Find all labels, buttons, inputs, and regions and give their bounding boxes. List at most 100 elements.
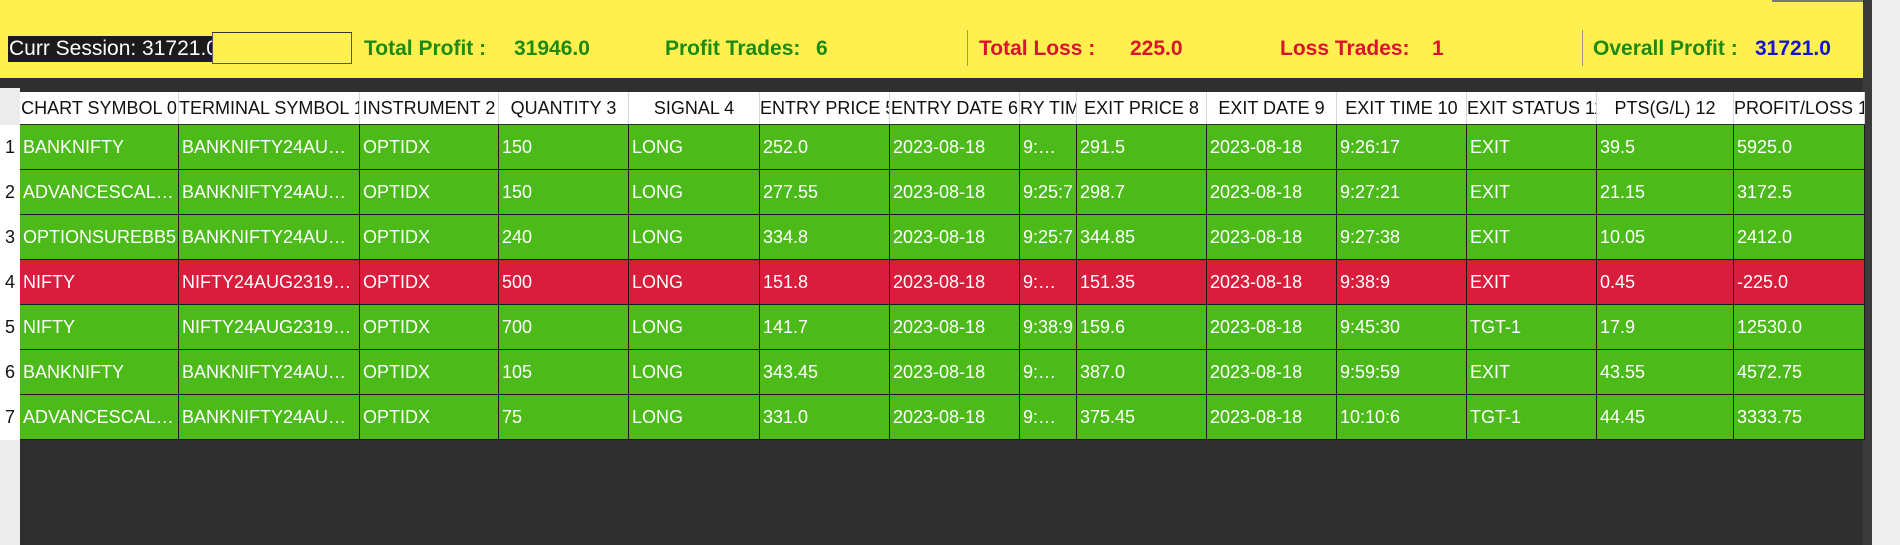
table-cell[interactable]: 500	[499, 260, 629, 304]
table-cell[interactable]: 75	[499, 395, 629, 439]
table-cell[interactable]: ADVANCESCALPI…	[20, 170, 179, 214]
table-cell[interactable]: 9:…	[1020, 350, 1077, 394]
table-cell[interactable]: 2023-08-18	[1207, 350, 1337, 394]
table-cell[interactable]: 2023-08-18	[890, 170, 1020, 214]
table-cell[interactable]: LONG	[629, 215, 760, 259]
table-cell[interactable]: NIFTY	[20, 305, 179, 349]
column-header[interactable]: CHART SYMBOL 0	[20, 92, 179, 124]
table-cell[interactable]: 9:59:59	[1337, 350, 1467, 394]
table-cell[interactable]: 2023-08-18	[1207, 395, 1337, 439]
column-header[interactable]: PROFIT/LOSS 13	[1734, 92, 1865, 124]
table-cell[interactable]: 17.9	[1597, 305, 1734, 349]
table-cell[interactable]: BANKNIFTY24AUG2…	[179, 125, 360, 169]
table-cell[interactable]: 291.5	[1077, 125, 1207, 169]
table-cell[interactable]: 151.8	[760, 260, 890, 304]
table-cell[interactable]: 2023-08-18	[1207, 305, 1337, 349]
table-cell[interactable]: 151.35	[1077, 260, 1207, 304]
table-row[interactable]: 2 ADVANCESCALPI… BANKNIFTY24AUG2… OPTIDX 150…	[0, 170, 1865, 215]
table-cell[interactable]: 9:27:21	[1337, 170, 1467, 214]
table-cell[interactable]: 12530.0	[1734, 305, 1865, 349]
table-cell[interactable]: 2023-08-18	[890, 215, 1020, 259]
column-header[interactable]: ENTRY PRICE 5	[760, 92, 890, 124]
table-cell[interactable]: BANKNIFTY24AUG2…	[179, 350, 360, 394]
table-cell[interactable]: 331.0	[760, 395, 890, 439]
table-cell[interactable]: 141.7	[760, 305, 890, 349]
table-cell[interactable]: 9:38:9	[1337, 260, 1467, 304]
table-cell[interactable]: 159.6	[1077, 305, 1207, 349]
table-cell[interactable]: 9:25:7	[1020, 215, 1077, 259]
column-header[interactable]: INSTRUMENT 2	[360, 92, 499, 124]
table-cell[interactable]: 105	[499, 350, 629, 394]
table-cell[interactable]: 9:26:17	[1337, 125, 1467, 169]
table-cell[interactable]: OPTIONSUREBB5	[20, 215, 179, 259]
table-cell[interactable]: 9:38:9	[1020, 305, 1077, 349]
table-cell[interactable]: 2023-08-18	[1207, 260, 1337, 304]
table-cell[interactable]: 375.45	[1077, 395, 1207, 439]
table-cell[interactable]: TGT-1	[1467, 395, 1597, 439]
table-cell[interactable]: -225.0	[1734, 260, 1865, 304]
table-cell[interactable]: EXIT	[1467, 170, 1597, 214]
table-cell[interactable]: NIFTY	[20, 260, 179, 304]
table-cell[interactable]: BANKNIFTY	[20, 350, 179, 394]
table-cell[interactable]: 343.45	[760, 350, 890, 394]
table-cell[interactable]: 0.45	[1597, 260, 1734, 304]
table-cell[interactable]: 9:25:7	[1020, 170, 1077, 214]
table-cell[interactable]: 2023-08-18	[890, 260, 1020, 304]
table-cell[interactable]: NIFTY24AUG23194…	[179, 305, 360, 349]
table-cell[interactable]: LONG	[629, 305, 760, 349]
column-header[interactable]: SIGNAL 4	[629, 92, 760, 124]
table-cell[interactable]: BANKNIFTY	[20, 125, 179, 169]
table-cell[interactable]: 334.8	[760, 215, 890, 259]
table-cell[interactable]: BANKNIFTY24AUG2…	[179, 395, 360, 439]
table-cell[interactable]: EXIT	[1467, 125, 1597, 169]
table-row[interactable]: 3 OPTIONSUREBB5 BANKNIFTY24AUG2… OPTIDX 240 L…	[0, 215, 1865, 260]
vertical-scrollbar[interactable]	[1863, 0, 1900, 545]
table-cell[interactable]: EXIT	[1467, 215, 1597, 259]
table-cell[interactable]: 2023-08-18	[890, 305, 1020, 349]
table-cell[interactable]: 2023-08-18	[890, 125, 1020, 169]
table-cell[interactable]: ADVANCESCALPI…	[20, 395, 179, 439]
table-cell[interactable]: EXIT	[1467, 260, 1597, 304]
table-cell[interactable]: 9:…	[1020, 260, 1077, 304]
table-cell[interactable]: 21.15	[1597, 170, 1734, 214]
table-cell[interactable]: 2023-08-18	[1207, 125, 1337, 169]
table-row[interactable]: 4 NIFTY NIFTY24AUG23192… OPTIDX 500 LONG 151.8…	[0, 260, 1865, 305]
session-input[interactable]	[212, 32, 352, 64]
column-header[interactable]: EXIT DATE 9	[1207, 92, 1337, 124]
table-cell[interactable]: 5925.0	[1734, 125, 1865, 169]
table-row[interactable]: 7 ADVANCESCALPI… BANKNIFTY24AUG2… OPTIDX 75 L…	[0, 395, 1865, 440]
table-cell[interactable]: 43.55	[1597, 350, 1734, 394]
table-cell[interactable]: OPTIDX	[360, 305, 499, 349]
table-cell[interactable]: 240	[499, 215, 629, 259]
table-cell[interactable]: 9:27:38	[1337, 215, 1467, 259]
table-row[interactable]: 1 BANKNIFTY BANKNIFTY24AUG2… OPTIDX 150 LONG 2…	[0, 125, 1865, 170]
table-cell[interactable]: 3172.5	[1734, 170, 1865, 214]
column-header[interactable]: PTS(G/L) 12	[1597, 92, 1734, 124]
table-cell[interactable]: BANKNIFTY24AUG2…	[179, 215, 360, 259]
table-cell[interactable]: 150	[499, 170, 629, 214]
table-cell[interactable]: OPTIDX	[360, 215, 499, 259]
table-cell[interactable]: BANKNIFTY24AUG2…	[179, 170, 360, 214]
column-header[interactable]: QUANTITY 3	[499, 92, 629, 124]
table-cell[interactable]: 9:…	[1020, 125, 1077, 169]
column-header[interactable]: EXIT STATUS 11	[1467, 92, 1597, 124]
current-session-label[interactable]: Curr Session: 31721.0	[8, 36, 219, 62]
table-cell[interactable]: OPTIDX	[360, 170, 499, 214]
table-cell[interactable]: OPTIDX	[360, 395, 499, 439]
table-cell[interactable]: 44.45	[1597, 395, 1734, 439]
table-cell[interactable]: EXIT	[1467, 350, 1597, 394]
table-cell[interactable]: OPTIDX	[360, 125, 499, 169]
table-cell[interactable]: 9:…	[1020, 395, 1077, 439]
table-cell[interactable]: OPTIDX	[360, 260, 499, 304]
table-cell[interactable]: LONG	[629, 260, 760, 304]
table-cell[interactable]: 2412.0	[1734, 215, 1865, 259]
column-header[interactable]: RY TIM	[1020, 92, 1077, 124]
table-cell[interactable]: 150	[499, 125, 629, 169]
table-row[interactable]: 5 NIFTY NIFTY24AUG23194… OPTIDX 700 LONG 141.7…	[0, 305, 1865, 350]
table-cell[interactable]: 2023-08-18	[890, 395, 1020, 439]
table-cell[interactable]: TGT-1	[1467, 305, 1597, 349]
table-cell[interactable]: LONG	[629, 125, 760, 169]
column-header[interactable]: EXIT TIME 10	[1337, 92, 1467, 124]
table-cell[interactable]: 387.0	[1077, 350, 1207, 394]
table-cell[interactable]: 2023-08-18	[1207, 215, 1337, 259]
